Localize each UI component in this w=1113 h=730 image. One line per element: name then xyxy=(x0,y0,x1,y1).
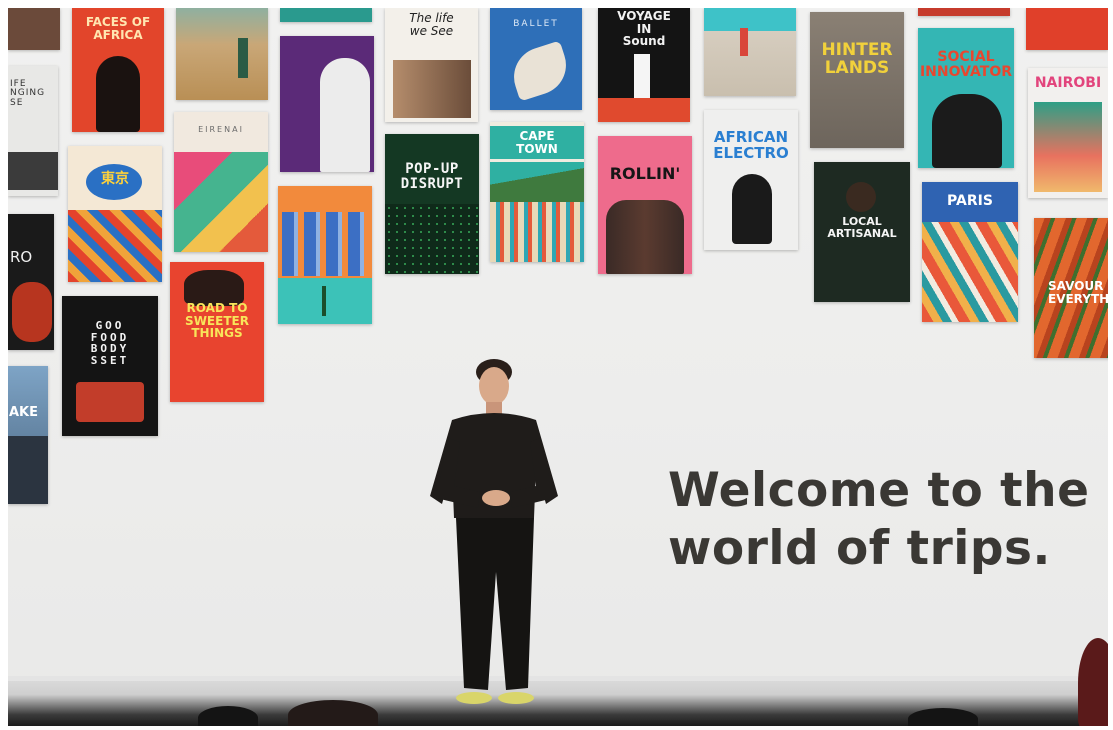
poster-faces-of-africa-title: FACES OF AFRICA xyxy=(85,15,151,42)
poster-nairobi-title: NAIROBI xyxy=(1034,75,1102,91)
poster-hinterlands-title: HINTER LANDS xyxy=(821,40,893,78)
poster-ake-title: AKE xyxy=(9,405,39,420)
poster-ballet-title: BALLET xyxy=(513,19,559,29)
geometric-shape-icon xyxy=(174,152,268,252)
audience-head xyxy=(198,706,258,726)
poster-banging-title: IFE NGING SE xyxy=(10,79,46,108)
audience-head xyxy=(908,708,978,726)
speaker-hands xyxy=(482,490,510,506)
poster-social-innovator-title: SOCIAL INNOVATOR xyxy=(919,49,1013,80)
palm-tree-icon xyxy=(322,286,326,316)
poster-nairobi: NAIROBI xyxy=(1028,68,1108,198)
poster-purple-portrait xyxy=(280,36,374,172)
poster-voyage-in-sound-title: VOYAGE IN Sound xyxy=(617,9,671,49)
poster-fragment-red xyxy=(1026,8,1108,50)
man-with-hat-icon xyxy=(320,58,370,172)
poster-rollin-title: ROLLIN' xyxy=(609,164,681,183)
poster-hinterlands: HINTER LANDS xyxy=(810,12,904,148)
poster-road-to-sweeter-things-title: ROAD TO SWEETER THINGS xyxy=(185,301,249,341)
poster-the-life-we-see: The life we See xyxy=(385,8,478,122)
poster-voyage-in-sound: VOYAGE IN Sound xyxy=(598,8,690,122)
poster-the-life-we-see-title: The life we See xyxy=(409,11,454,38)
palm-illustration-icon xyxy=(1034,102,1102,192)
welcome-headline: Welcome to the world of trips. xyxy=(668,462,1108,578)
poster-cape-town-title: CAPE TOWN xyxy=(490,126,584,160)
speaker-neck xyxy=(486,402,502,414)
poster-ballet: BALLET xyxy=(490,8,582,110)
poster-savour-everything-title: SAVOUR EVERYTHING xyxy=(1048,279,1108,306)
poster-good-food-body-set: GOO FOOD BODY SSET xyxy=(62,296,158,436)
beach-figure-icon xyxy=(740,28,748,56)
poster-cape-town: CAPE TOWN xyxy=(490,122,584,262)
red-figure-icon xyxy=(12,282,52,342)
poster-field-photo xyxy=(176,8,268,100)
crowd-photo xyxy=(8,436,48,504)
poster-pop-up-disrupt-title: POP-UP DISRUPT xyxy=(400,161,464,192)
skaters-group-icon xyxy=(606,200,684,274)
man-portrait-icon xyxy=(932,94,1002,168)
car-photo-icon xyxy=(8,152,58,190)
poster-ro: RO xyxy=(8,214,54,350)
performer-figure-icon xyxy=(634,54,650,100)
woman-portrait-icon xyxy=(96,56,140,132)
keynote-stage-photo: FACES OF AFRICA The life we See BALLET V… xyxy=(8,8,1108,726)
people-photo-icon xyxy=(393,60,471,118)
poster-beach-scene xyxy=(704,8,796,96)
crowd-illustration xyxy=(922,222,1018,322)
audience-silhouettes xyxy=(8,638,1108,726)
poster-fragment-top xyxy=(918,8,1010,16)
confetti-pattern xyxy=(385,204,479,274)
poster-african-electro-title: AFRICAN ELECTRO xyxy=(713,128,789,162)
poster-paris: PARIS xyxy=(922,182,1018,322)
poster-local-artisanal: LOCAL ARTISANAL xyxy=(814,162,910,302)
poster-good-food-body-set-title: GOO FOOD BODY SSET xyxy=(90,319,130,367)
poster-tokyo-title: 東京 xyxy=(101,171,129,187)
audience-head xyxy=(1078,638,1108,726)
poster-african-electro: AFRICAN ELECTRO xyxy=(704,110,798,250)
speaker-figure xyxy=(430,359,558,704)
person-figure-icon xyxy=(238,38,248,78)
buildings-illustration xyxy=(282,212,368,276)
poster-savour-everything: SAVOUR EVERYTHING xyxy=(1034,218,1108,358)
poster-fragment-top-left xyxy=(8,8,60,50)
man-with-hat-figure-icon xyxy=(732,174,772,244)
food-photo xyxy=(76,382,144,422)
poster-rollin: ROLLIN' xyxy=(598,136,692,274)
poster-ake: AKE xyxy=(8,366,48,504)
welcome-headline-line-1: Welcome to the xyxy=(668,463,1090,518)
poster-faces-of-africa: FACES OF AFRICA xyxy=(72,8,164,132)
poster-local-artisanal-title: LOCAL ARTISANAL xyxy=(827,215,897,240)
poster-paris-title: PARIS xyxy=(947,193,993,209)
poster-road-to-sweeter-things: ROAD TO SWEETER THINGS xyxy=(170,262,264,402)
poster-city-pool xyxy=(278,186,372,324)
person-portrait-icon xyxy=(846,182,876,212)
poster-ro-title: RO xyxy=(10,248,33,266)
welcome-headline-line-2: world of trips. xyxy=(668,521,1051,576)
audience-head xyxy=(288,700,378,726)
mountain-icon xyxy=(490,162,584,202)
dancer-figure-icon xyxy=(506,40,574,102)
red-stage-floor xyxy=(598,98,690,122)
beach-crowd-illustration xyxy=(490,202,584,262)
poster-banging: IFE NGING SE xyxy=(8,66,58,196)
poster-tokyo: 東京 xyxy=(68,146,162,282)
poster-eirenai: EIRENAI xyxy=(174,112,268,252)
speaker-face xyxy=(479,367,509,405)
speaker-trousers xyxy=(456,518,534,690)
poster-pop-up-disrupt: POP-UP DISRUPT xyxy=(385,134,479,274)
red-pattern-block xyxy=(68,210,162,282)
poster-social-innovator: SOCIAL INNOVATOR xyxy=(918,28,1014,168)
poster-eirenai-title: EIRENAI xyxy=(198,125,244,134)
poster-fragment-teal xyxy=(280,8,372,22)
